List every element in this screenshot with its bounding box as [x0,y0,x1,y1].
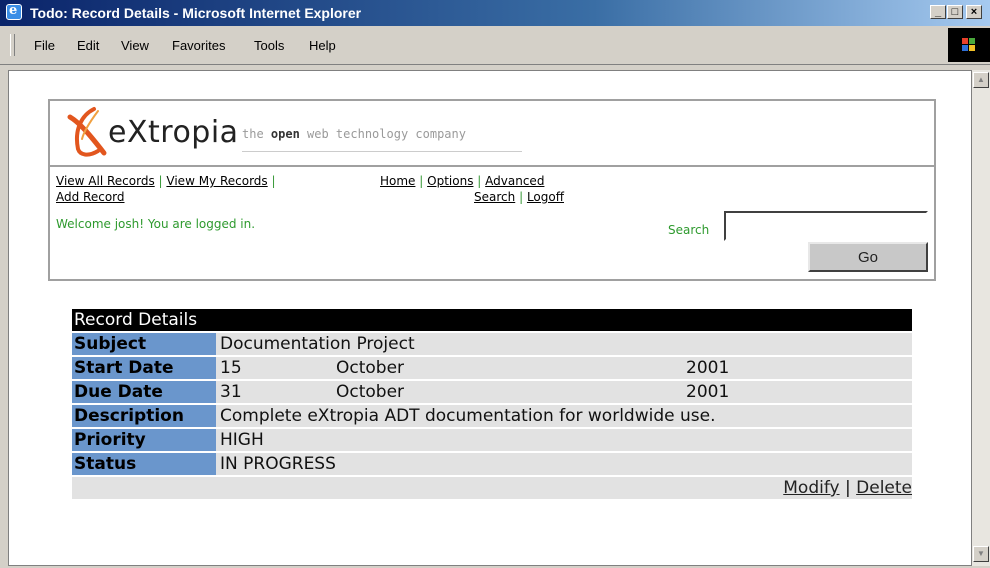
field-value: IN PROGRESS [220,454,336,474]
field-value: Documentation Project [220,334,415,354]
record-row-due-date: Due Date 31 October 2001 [72,381,912,403]
nav-left-line1: View All Records | View My Records | [56,174,276,188]
minimize-icon[interactable]: _ [930,5,946,19]
menu-item-file[interactable]: File [34,38,55,53]
record-details-table: Record Details Subject Documentation Pro… [72,309,912,499]
record-row-priority: Priority HIGH [72,429,912,451]
menu-item-view[interactable]: View [121,38,149,53]
scroll-down-icon[interactable]: ▼ [973,546,989,562]
scroll-up-icon[interactable]: ▲ [973,72,989,88]
menu-item-edit[interactable]: Edit [77,38,99,53]
nav-link-advanced-search[interactable]: Advanced [485,174,544,188]
search-label: Search [668,223,710,237]
record-details-heading: Record Details [72,309,912,331]
close-icon[interactable]: × [966,5,982,19]
field-label: Status [72,453,216,475]
date-month: October [336,382,405,402]
date-day: 31 [220,382,242,402]
window-title: Todo: Record Details - Microsoft Interne… [30,5,362,21]
extropia-logo-icon [67,107,107,157]
tagline-underline [242,151,522,152]
window-title-bar[interactable]: e Todo: Record Details - Microsoft Inter… [0,0,990,26]
record-row-status: Status IN PROGRESS [72,453,912,475]
ie-icon: e [6,3,22,20]
record-row-description: Description Complete eXtropia ADT docume… [72,405,912,427]
menu-bar: File Edit View Favorites Tools Help [0,26,990,65]
nav-left-line2: Add Record [56,190,125,204]
field-label: Description [72,405,216,427]
maximize-icon[interactable]: □ [947,5,963,19]
logo-area: eXtropia the open web technology company [50,101,934,167]
nav-link-add-record[interactable]: Add Record [56,190,125,204]
field-value: Complete eXtropia ADT documentation for … [220,406,716,426]
toolbar-grip[interactable] [10,34,15,56]
nav-link-options[interactable]: Options [427,174,473,188]
nav-link-logoff[interactable]: Logoff [527,190,564,204]
field-label: Due Date [72,381,216,403]
menu-item-favorites[interactable]: Favorites [172,38,225,53]
record-row-start-date: Start Date 15 October 2001 [72,357,912,379]
field-value: HIGH [220,430,264,450]
field-label: Subject [72,333,216,355]
record-row-subject: Subject Documentation Project [72,333,912,355]
site-header-box: eXtropia the open web technology company… [48,99,936,281]
windows-logo-icon [948,28,990,62]
nav-link-advanced-search-cont[interactable]: Search [474,190,515,204]
welcome-message: Welcome josh! You are logged in. [56,217,256,231]
nav-link-home[interactable]: Home [380,174,415,188]
menu-item-help[interactable]: Help [309,38,336,53]
logo-text: eXtropia [108,115,239,150]
menu-item-tools[interactable]: Tools [254,38,284,53]
tagline: the open web technology company [242,127,466,141]
field-label: Priority [72,429,216,451]
date-year: 2001 [686,382,730,402]
nav-link-view-all-records[interactable]: View All Records [56,174,155,188]
nav-link-view-my-records[interactable]: View My Records [166,174,267,188]
date-year: 2001 [686,358,730,378]
field-label: Start Date [72,357,216,379]
vertical-scrollbar[interactable]: ▲ ▼ [972,70,990,566]
date-day: 15 [220,358,242,378]
record-actions: Modify | Delete [72,477,912,499]
action-separator: | [845,478,851,498]
delete-link[interactable]: Delete [856,478,912,498]
date-month: October [336,358,405,378]
nav-right-line2: Search | Logoff [474,190,564,204]
modify-link[interactable]: Modify [783,478,839,498]
go-button[interactable]: Go [808,242,928,272]
nav-right-line1: Home | Options | Advanced [380,174,545,188]
search-input[interactable] [724,211,928,241]
